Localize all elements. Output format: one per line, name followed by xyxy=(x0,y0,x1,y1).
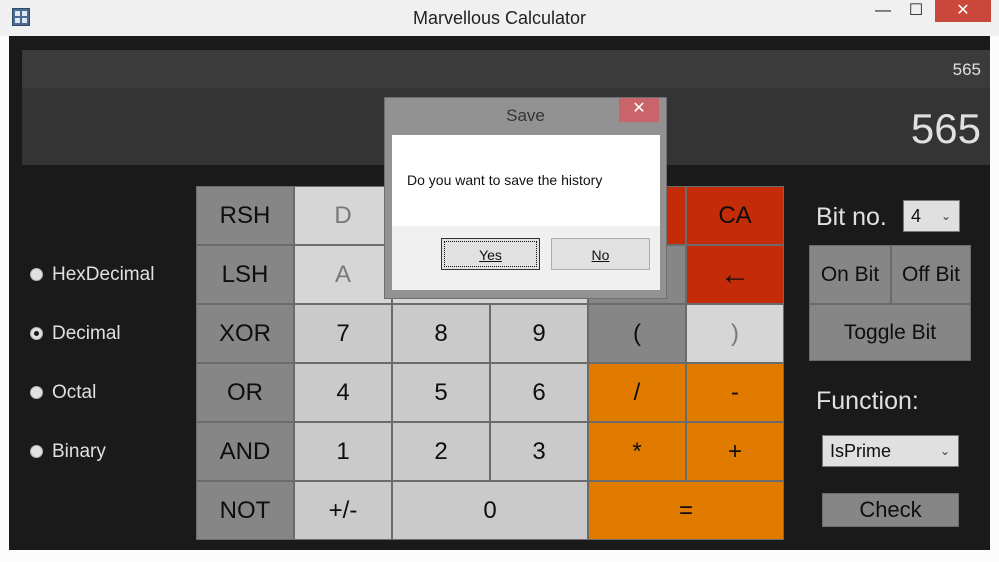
window-title: Marvellous Calculator xyxy=(412,8,587,28)
no-button[interactable]: No xyxy=(551,238,650,270)
minimize-button[interactable]: — xyxy=(870,0,896,22)
dialog-message: Do you want to save the history xyxy=(407,172,603,188)
dialog-close-icon[interactable]: ✕ xyxy=(619,98,659,122)
maximize-button[interactable]: ☐ xyxy=(903,0,929,22)
yes-button[interactable]: Yes xyxy=(441,238,540,270)
close-window-button[interactable]: ✕ xyxy=(935,0,991,22)
